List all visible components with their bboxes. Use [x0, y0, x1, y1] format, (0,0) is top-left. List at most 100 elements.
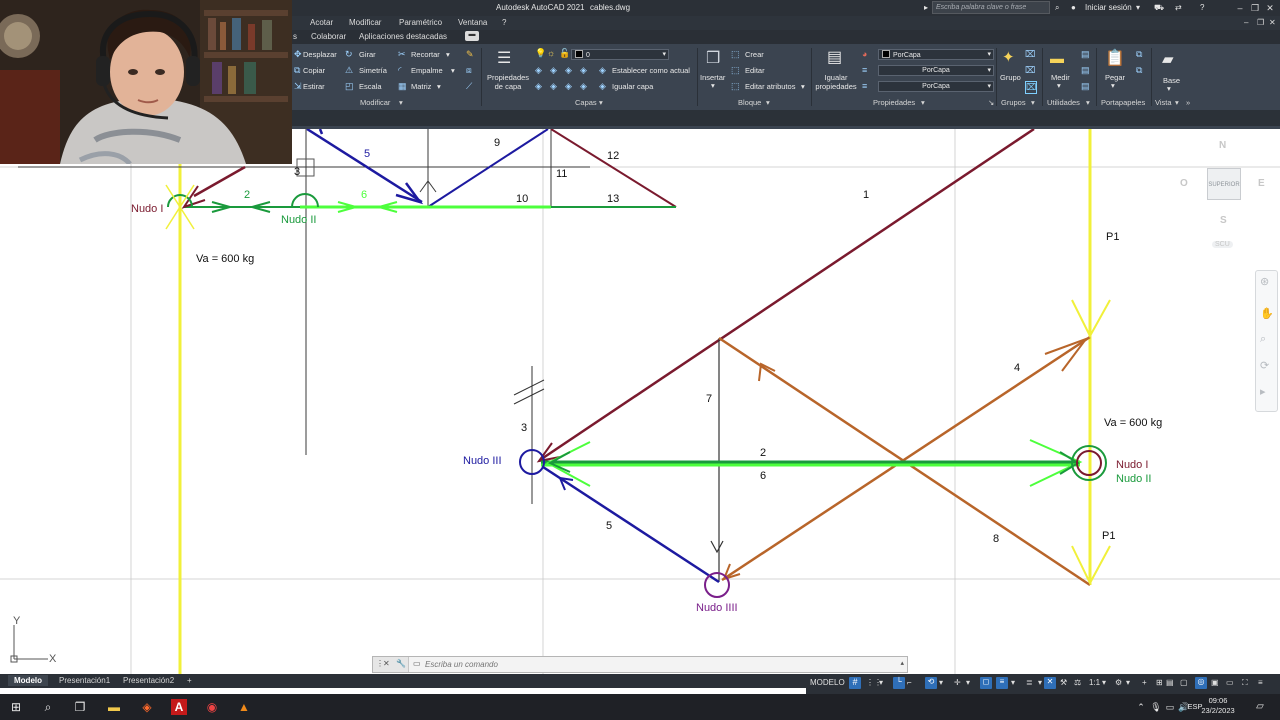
close-icon[interactable]: ✕: [1263, 1, 1277, 15]
exchange-icon[interactable]: ⇄: [1175, 3, 1182, 12]
bulb-icon[interactable]: 💡: [535, 48, 546, 59]
zoom-icon[interactable]: ⌕: [1260, 333, 1266, 346]
task-view-icon[interactable]: ❐: [72, 699, 88, 715]
tab-presentacion2[interactable]: Presentación2: [117, 675, 180, 686]
doc-close-icon[interactable]: ✕: [1269, 18, 1276, 27]
osnap-dropdown-icon[interactable]: ▾: [1011, 678, 1015, 687]
cut-clip-icon[interactable]: ⧉: [1136, 65, 1142, 76]
group-modificar[interactable]: Modificar: [360, 98, 390, 107]
windows-start-icon[interactable]: ⊞: [8, 699, 24, 715]
viewcube-north[interactable]: N: [1219, 140, 1226, 151]
edit-attributes-dropdown-icon[interactable]: ▾: [801, 82, 805, 91]
utility-3-icon[interactable]: ▤: [1081, 81, 1090, 92]
group-button[interactable]: Grupo: [1000, 73, 1021, 82]
grid-icon[interactable]: #: [849, 677, 861, 689]
fillet-button[interactable]: Empalme: [411, 66, 443, 75]
search-icon[interactable]: ⌕: [40, 699, 56, 715]
panel-toggle-icon[interactable]: ▬: [465, 31, 479, 41]
tab-colaborar[interactable]: Colaborar: [311, 32, 346, 41]
linetype-combo[interactable]: PorCapa ▾: [878, 81, 994, 92]
utility-1-icon[interactable]: ▤: [1081, 49, 1090, 60]
group-bloque-expand-icon[interactable]: ▾: [766, 98, 770, 107]
object-track-dropdown-icon[interactable]: ▾: [966, 678, 970, 687]
match-properties-button[interactable]: Igualar propiedades: [814, 73, 858, 91]
trim-button[interactable]: Recortar: [411, 50, 440, 59]
group-portapapeles[interactable]: Portapapeles: [1101, 98, 1145, 107]
group-grupos[interactable]: Grupos: [1001, 98, 1026, 107]
help-icon[interactable]: ?: [1200, 3, 1204, 12]
viewcube-east[interactable]: E: [1258, 178, 1265, 189]
ucs-menu[interactable]: SCU: [1212, 241, 1233, 248]
group-bloque[interactable]: Bloque: [738, 98, 761, 107]
snap-dropdown-icon[interactable]: ▾: [879, 678, 883, 687]
copy-button[interactable]: Copiar: [303, 66, 325, 75]
layer-tool-4-icon[interactable]: ◈: [580, 65, 587, 76]
viewcube-south[interactable]: S: [1220, 215, 1227, 226]
status-menu-icon[interactable]: ≡: [1258, 678, 1263, 687]
ribbon-overflow-icon[interactable]: »: [1186, 98, 1190, 107]
restore-icon[interactable]: ❐: [1248, 1, 1262, 15]
group-modificar-expand-icon[interactable]: ▾: [399, 98, 403, 107]
offset-icon[interactable]: ⟋: [466, 81, 472, 92]
stretch-button[interactable]: Estirar: [303, 82, 325, 91]
brave-browser-icon[interactable]: ◈: [139, 699, 155, 715]
autocad-taskbar-icon[interactable]: A: [171, 699, 187, 715]
annotation-monitor-icon[interactable]: +: [1142, 678, 1147, 687]
customize-icon[interactable]: ⛶: [1242, 678, 1248, 688]
model-space-toggle[interactable]: MODELO: [810, 678, 845, 687]
group-propiedades[interactable]: Propiedades: [873, 98, 915, 107]
menu-item-help[interactable]: ?: [502, 18, 506, 27]
group-capas-expand-icon[interactable]: ▾: [599, 98, 603, 107]
isodraft-dropdown-icon[interactable]: ▾: [939, 678, 943, 687]
set-current-button[interactable]: Establecer como actual: [612, 66, 690, 75]
tab-aplicaciones-destacadas[interactable]: Aplicaciones destacadas: [359, 32, 447, 41]
layer-tool-8-icon[interactable]: ◈: [580, 81, 587, 92]
menu-item-modificar[interactable]: Modificar: [349, 18, 381, 27]
measure-dropdown-icon[interactable]: ▾: [1057, 81, 1061, 90]
scale-dropdown-icon[interactable]: ▾: [1102, 678, 1106, 687]
copy-clip-icon[interactable]: ⧉: [1136, 49, 1142, 60]
insert-dropdown-icon[interactable]: ▾: [711, 81, 715, 90]
viewcube-top-face[interactable]: SUPERIOR: [1207, 168, 1241, 200]
minimize-icon[interactable]: –: [1233, 1, 1247, 15]
tab-partial[interactable]: s: [293, 32, 297, 41]
transparency-dropdown-icon[interactable]: ▾: [1038, 678, 1042, 687]
vlc-icon[interactable]: ▲: [236, 699, 252, 715]
close-icon[interactable]: ✕: [383, 659, 390, 668]
array-button[interactable]: Matriz: [411, 82, 431, 91]
annotation-visibility-icon[interactable]: ⚒: [1060, 678, 1067, 687]
menu-item-acotar[interactable]: Acotar: [310, 18, 333, 27]
ortho-icon[interactable]: └: [893, 677, 905, 689]
lineweight-toggle-icon[interactable]: ≡: [996, 677, 1008, 689]
base-dropdown-icon[interactable]: ▾: [1167, 84, 1171, 93]
layer-combo[interactable]: 0 ▾: [571, 49, 669, 60]
trim-dropdown-icon[interactable]: ▾: [446, 50, 450, 59]
ungroup-icon[interactable]: ⌧: [1025, 49, 1035, 60]
tray-chevron-icon[interactable]: ⌃: [1133, 699, 1149, 715]
group-propiedades-expand-icon[interactable]: ▾: [921, 98, 925, 107]
group-grupos-expand-icon[interactable]: ▾: [1031, 98, 1035, 107]
tab-presentacion1[interactable]: Presentación1: [53, 675, 116, 686]
edit-attributes-button[interactable]: Editar atributos: [745, 82, 795, 91]
cart-icon[interactable]: ⛟: [1154, 3, 1164, 13]
match-layer-button[interactable]: Igualar capa: [612, 82, 653, 91]
orbit-icon[interactable]: ⟳: [1260, 359, 1269, 372]
units-icon[interactable]: ⊞: [1156, 678, 1163, 687]
layer-tool-3-icon[interactable]: ◈: [565, 65, 572, 76]
dropdown-icon[interactable]: ▾: [1136, 3, 1140, 12]
workspace-dropdown-icon[interactable]: ▾: [1126, 678, 1130, 687]
base-view-button[interactable]: Base: [1163, 76, 1180, 85]
doc-minimize-icon[interactable]: –: [1244, 18, 1248, 27]
osnap-icon[interactable]: ◻: [980, 677, 992, 689]
command-input[interactable]: [425, 658, 895, 671]
lineweight-icon[interactable]: ≡: [862, 65, 867, 75]
isodraft-icon[interactable]: ⟲: [925, 677, 937, 689]
mirror-button[interactable]: Simetría: [359, 66, 387, 75]
group-vista[interactable]: Vista: [1155, 98, 1172, 107]
scale-button[interactable]: Escala: [359, 82, 382, 91]
group-select-icon[interactable]: ⌧: [1025, 81, 1038, 94]
paste-dropdown-icon[interactable]: ▾: [1111, 81, 1115, 90]
linetype-icon[interactable]: ≡: [862, 81, 867, 91]
autoscale-icon[interactable]: ⚖: [1074, 678, 1081, 687]
lock-ui-icon[interactable]: ▢: [1180, 678, 1188, 687]
